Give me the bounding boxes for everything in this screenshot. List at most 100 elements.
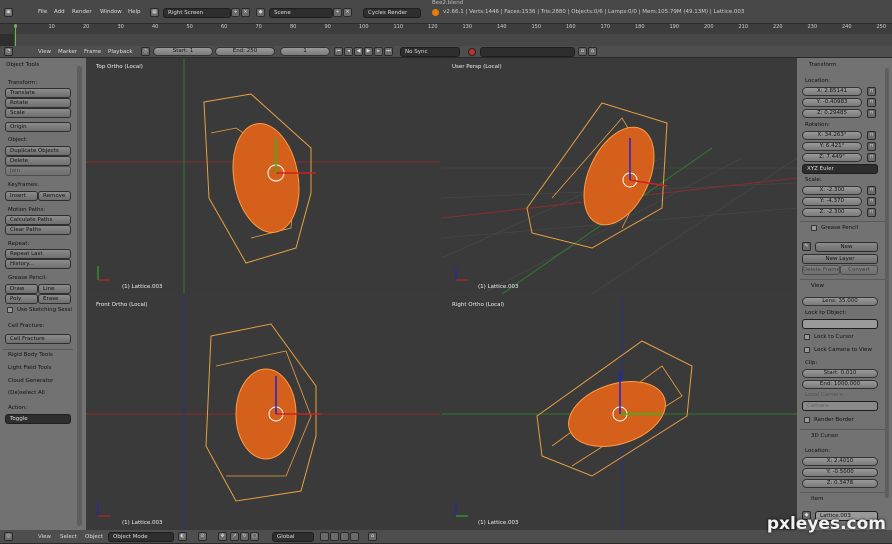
menu-help[interactable]: Help xyxy=(128,9,141,15)
manipulator-icon[interactable]: ✥ xyxy=(218,532,227,541)
play-icon[interactable]: ▶ xyxy=(364,47,373,56)
translate-manipulator-icon[interactable]: ↗ xyxy=(230,532,239,541)
sketching-session-checkbox[interactable] xyxy=(7,307,13,313)
view-panel-header[interactable]: View xyxy=(811,283,824,289)
panel-rigid-body-tools[interactable]: Rigid Body Tools xyxy=(8,352,53,358)
timeline-menu-playback[interactable]: Playback xyxy=(108,49,133,55)
view3d-menu-object[interactable]: Object xyxy=(85,534,103,540)
layer-button-1[interactable] xyxy=(320,532,329,541)
gp-draw-button[interactable]: Draw xyxy=(5,284,38,294)
transform-orientation-select[interactable]: Global xyxy=(272,532,314,542)
menu-render[interactable]: Render xyxy=(72,9,92,15)
duplicate-objects-button[interactable]: Duplicate Objects xyxy=(5,146,71,156)
jump-end-icon[interactable]: ⏭ xyxy=(384,47,393,56)
repeat-last-button[interactable]: Repeat Last xyxy=(5,249,71,259)
menu-file[interactable]: File xyxy=(38,9,47,15)
timeline-menu-frame[interactable]: Frame xyxy=(84,49,101,55)
viewport-front-ortho[interactable]: Front Ortho (Local) (1) Lattice.003 xyxy=(86,296,440,530)
layer-button-4[interactable] xyxy=(350,532,359,541)
tool-shelf-header[interactable]: Object Tools xyxy=(6,62,39,68)
keyframe-insert-icon[interactable]: ⌂ xyxy=(578,47,587,56)
lock-rotation-z-icon[interactable]: ⊓ xyxy=(867,153,876,162)
scene-close-icon[interactable]: × xyxy=(343,8,352,17)
rotate-manipulator-icon[interactable]: ↻ xyxy=(240,532,249,541)
location-y-field[interactable]: Y: -0.40983 xyxy=(802,98,862,107)
pivot-point-icon[interactable]: ⊙ xyxy=(198,532,207,541)
location-z-field[interactable]: Z: 0.29485 xyxy=(802,109,862,118)
lock-cursor-checkbox[interactable] xyxy=(804,334,810,340)
lock-location-y-icon[interactable]: ⊓ xyxy=(867,98,876,107)
cell-fracture-button[interactable]: Cell Fracture xyxy=(5,334,71,344)
interaction-mode-select[interactable]: Object Mode xyxy=(108,532,174,542)
item-panel-header[interactable]: Item xyxy=(811,496,824,502)
lock-camera-checkbox[interactable] xyxy=(804,347,810,353)
origin-button[interactable]: Origin xyxy=(5,122,71,132)
gp-convert-button[interactable]: Convert xyxy=(840,265,878,275)
delete-button[interactable]: Delete xyxy=(5,156,71,166)
gp-new-layer-button[interactable]: New Layer xyxy=(802,254,878,264)
jump-key-prev-icon[interactable]: ◂ xyxy=(344,47,353,56)
rotation-z-field[interactable]: Z: 7.449° xyxy=(802,153,862,162)
keying-set-field[interactable] xyxy=(480,47,575,57)
viewport-right-ortho[interactable]: Right Ortho (Local) (1) Lattice.003 xyxy=(442,296,797,530)
local-camera-field[interactable]: Camera xyxy=(802,401,878,411)
scene-icon[interactable]: ◆ xyxy=(256,8,265,17)
cursor-z-field[interactable]: Z: 0.3478 xyxy=(802,479,878,488)
screen-close-icon[interactable]: × xyxy=(241,8,250,17)
end-frame-field[interactable]: End: 250 xyxy=(215,47,275,56)
lock-camera-layers-icon[interactable]: ⌂ xyxy=(368,532,377,541)
screen-layout-icon[interactable]: ▦ xyxy=(150,8,159,17)
timeline-menu-view[interactable]: View xyxy=(38,49,51,55)
render-engine-select[interactable]: Cycles Render xyxy=(363,8,421,18)
gp-delete-frame-button[interactable]: Delete Frame xyxy=(802,265,840,275)
viewport-top-ortho[interactable]: Top Ortho (Local) (1) Lattice.003 xyxy=(86,58,440,294)
timeline-editor[interactable]: 0102030405060708090100110120130140150160… xyxy=(0,24,892,46)
cursor-x-field[interactable]: X: 2.4010 xyxy=(802,457,878,466)
timeline-menu-marker[interactable]: Marker xyxy=(58,49,77,55)
current-frame-line[interactable] xyxy=(15,24,16,46)
clear-paths-button[interactable]: Clear Paths xyxy=(5,225,71,235)
grease-pencil-checkbox[interactable] xyxy=(811,225,817,231)
scale-manipulator-icon[interactable]: ▢ xyxy=(250,532,259,541)
clip-start-field[interactable]: Start: 0.010 xyxy=(802,369,878,378)
scale-button[interactable]: Scale xyxy=(5,108,71,118)
action-select[interactable]: Toggle xyxy=(5,414,71,424)
location-x-field[interactable]: X: 2.85141 xyxy=(802,87,862,96)
clip-end-field[interactable]: End: 1000.000 xyxy=(802,380,878,389)
insert-keyframe-button[interactable]: Insert xyxy=(5,191,38,201)
cursor-panel-header[interactable]: 3D Cursor xyxy=(811,433,839,439)
lock-object-field[interactable] xyxy=(802,319,878,329)
panel-cloud-generator[interactable]: Cloud Generator xyxy=(8,378,53,384)
rotate-button[interactable]: Rotate xyxy=(5,98,71,108)
gp-poly-button[interactable]: Poly xyxy=(5,294,38,304)
gp-datablock-icon[interactable]: ✎ xyxy=(802,242,811,251)
gp-new-button[interactable]: New xyxy=(815,242,878,252)
screen-selector[interactable]: Right Screen xyxy=(163,8,231,18)
jump-key-next-icon[interactable]: ▸ xyxy=(374,47,383,56)
layer-button-3[interactable] xyxy=(340,532,349,541)
keyframe-delete-icon[interactable]: ⌂ xyxy=(588,47,597,56)
scale-x-field[interactable]: X: -2.300 xyxy=(802,186,862,195)
remove-keyframe-button[interactable]: Remove xyxy=(38,191,71,201)
menu-add[interactable]: Add xyxy=(54,9,65,15)
tool-shelf-scrollbar[interactable] xyxy=(77,66,82,526)
rotation-mode-select[interactable]: XYZ Euler xyxy=(802,164,878,174)
scale-z-field[interactable]: Z: -2.300 xyxy=(802,208,862,217)
view3d-menu-view[interactable]: View xyxy=(38,534,51,540)
preview-range-icon[interactable]: ◷ xyxy=(141,47,150,56)
editor-type-icon[interactable]: ▣ xyxy=(4,8,13,17)
scene-selector[interactable]: Scene xyxy=(269,8,333,18)
jump-start-icon[interactable]: ⏮ xyxy=(334,47,343,56)
rotation-x-field[interactable]: X: 34.263° xyxy=(802,131,862,140)
gp-erase-button[interactable]: Erase xyxy=(38,294,71,304)
join-button[interactable]: Join xyxy=(5,166,71,176)
lock-scale-z-icon[interactable]: ⊓ xyxy=(867,208,876,217)
scene-add-icon[interactable]: + xyxy=(333,8,342,17)
lock-location-z-icon[interactable]: ⊓ xyxy=(867,109,876,118)
lock-scale-x-icon[interactable]: ⊓ xyxy=(867,186,876,195)
lens-field[interactable]: Lens: 35.000 xyxy=(802,297,878,306)
sync-mode-select[interactable]: No Sync xyxy=(400,47,460,57)
lock-rotation-x-icon[interactable]: ⊓ xyxy=(867,131,876,140)
scale-y-field[interactable]: Y: -4.370 xyxy=(802,197,862,206)
history-button[interactable]: History... xyxy=(5,259,71,269)
